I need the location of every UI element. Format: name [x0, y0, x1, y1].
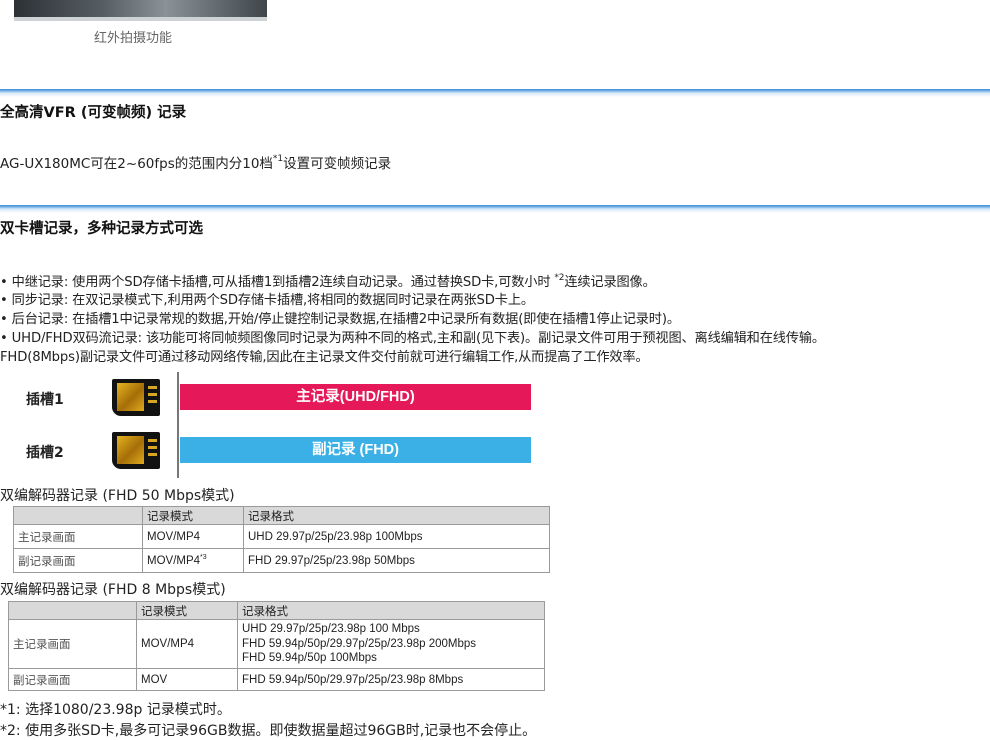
table-row: 主记录画面 MOV/MP4 UHD 29.97p/25p/23.98p 100M… [13, 524, 550, 549]
sd-card-stripe [148, 446, 157, 449]
row-label: 副记录画面 [8, 668, 137, 691]
image-caption: 红外拍摄功能 [94, 31, 173, 46]
footnote-ref-3: *3 [200, 554, 207, 562]
footnote-2: *2: 使用多张SD卡,最多可记录96GB数据。即使数据量超过96GB时,记录也… [0, 723, 537, 739]
footnote-ref-1: *1 [272, 154, 284, 164]
footnote-ref-2: *2 [554, 273, 565, 283]
format-line: UHD 29.97p/25p/23.98p 100 Mbps [242, 623, 420, 636]
sd-card-stripe [148, 453, 157, 456]
mode-cell: MOV/MP4*3 [142, 548, 244, 573]
mode-cell: MOV/MP4 [136, 619, 238, 669]
table2-caption: 双编解码器记录 (FHD 8 Mbps模式) [0, 582, 226, 598]
section-divider [0, 205, 990, 213]
vfr-text: AG-UX180MC可在2~60fps的范围内分10档 [0, 156, 273, 172]
header-cell: 记录格式 [237, 601, 545, 620]
format-cell: UHD 29.97p/25p/23.98p 100Mbps [243, 524, 550, 549]
row-label: 主记录画面 [13, 524, 143, 549]
mode-cell: MOV [136, 668, 238, 691]
slot-divider-line [177, 372, 179, 478]
sd-card-label [117, 436, 144, 464]
table-row: 主记录画面 MOV/MP4 UHD 29.97p/25p/23.98p 100 … [8, 619, 545, 669]
bullet-simultaneous-recording: • 同步记录: 在双记录模式下,利用两个SD存储卡插槽,将相同的数据同时记录在两… [0, 293, 534, 308]
slot2-label: 插槽2 [26, 445, 64, 461]
section-title-vfr: 全高清VFR (可变帧频) 记录 [0, 105, 187, 121]
footnote-1: *1: 选择1080/23.98p 记录模式时。 [0, 702, 231, 718]
bullet-dual-codec-recording: • UHD/FHD双码流记录: 该功能可将同帧频图像同时记录为两种不同的格式,主… [0, 331, 825, 346]
mode-text: MOV/MP4 [147, 554, 201, 567]
sd-card-icon [112, 432, 160, 469]
header-cell [8, 601, 137, 620]
vfr-text-end: 设置可变帧频记录 [283, 156, 392, 172]
table-fhd-8mbps: 记录模式 记录格式 主记录画面 MOV/MP4 UHD 29.97p/25p/2… [8, 601, 545, 691]
table-header-row: 记录模式 记录格式 [13, 506, 550, 525]
main-recording-bar: 主记录(UHD/FHD) [180, 384, 531, 410]
format-line: FHD 59.94p/50p/29.97p/25p/23.98p 200Mbps [242, 637, 477, 650]
format-line: FHD 59.94p/50p 100Mbps [242, 652, 377, 665]
mode-cell: MOV/MP4 [142, 524, 244, 549]
bullet-text: • 中继记录: 使用两个SD存储卡插槽,可从插槽1到插槽2连续自动记录。通过替换… [0, 275, 555, 290]
format-cell: FHD 59.94p/50p/29.97p/25p/23.98p 8Mbps [237, 668, 545, 691]
row-label: 主记录画面 [8, 619, 137, 669]
table-row: 副记录画面 MOV/MP4*3 FHD 29.97p/25p/23.98p 50… [13, 548, 550, 573]
sd-card-label [117, 383, 144, 411]
bullet-relay-recording: • 中继记录: 使用两个SD存储卡插槽,可从插槽1到插槽2连续自动记录。通过替换… [0, 268, 825, 293]
format-cell: UHD 29.97p/25p/23.98p 100 Mbps FHD 59.94… [237, 619, 545, 669]
sub-recording-bar: 副记录 (FHD) [180, 437, 531, 463]
row-label: 副记录画面 [13, 548, 143, 573]
table-header-row: 记录模式 记录格式 [8, 601, 545, 620]
sd-card-stripe [148, 386, 157, 389]
table1-caption: 双编解码器记录 (FHD 50 Mbps模式) [0, 488, 235, 504]
sd-card-stripe [148, 393, 157, 396]
header-cell: 记录格式 [243, 506, 550, 525]
sd-card-icon [112, 379, 160, 416]
sd-card-stripe [148, 439, 157, 442]
format-cell: FHD 29.97p/25p/23.98p 50Mbps [243, 548, 550, 573]
header-cell [13, 506, 143, 525]
bullet-dual-codec-continued: FHD(8Mbps)副记录文件可通过移动网络传输,因此在主记录文件交付前就可进行… [0, 350, 649, 365]
section-divider [0, 89, 990, 97]
sd-card-stripe [148, 400, 157, 403]
table-fhd-50mbps: 记录模式 记录格式 主记录画面 MOV/MP4 UHD 29.97p/25p/2… [13, 506, 550, 573]
recording-modes-list: • 中继记录: 使用两个SD存储卡插槽,可从插槽1到插槽2连续自动记录。通过替换… [0, 268, 825, 368]
infrared-shooting-image [14, 0, 267, 21]
table-row: 副记录画面 MOV FHD 59.94p/50p/29.97p/25p/23.9… [8, 668, 545, 691]
bullet-text: 连续记录图像。 [564, 275, 656, 290]
mode-text: MOV/MP4 [147, 530, 201, 543]
vfr-description: AG-UX180MC可在2~60fps的范围内分10档*1设置可变帧频记录 [0, 152, 391, 172]
slot1-label: 插槽1 [26, 392, 64, 408]
section-title-dual-slot: 双卡槽记录，多种记录方式可选 [0, 221, 203, 237]
header-cell: 记录模式 [142, 506, 244, 525]
header-cell: 记录模式 [136, 601, 238, 620]
bullet-background-recording: • 后台记录: 在插槽1中记录常规的数据,开始/停止键控制记录数据,在插槽2中记… [0, 312, 680, 327]
